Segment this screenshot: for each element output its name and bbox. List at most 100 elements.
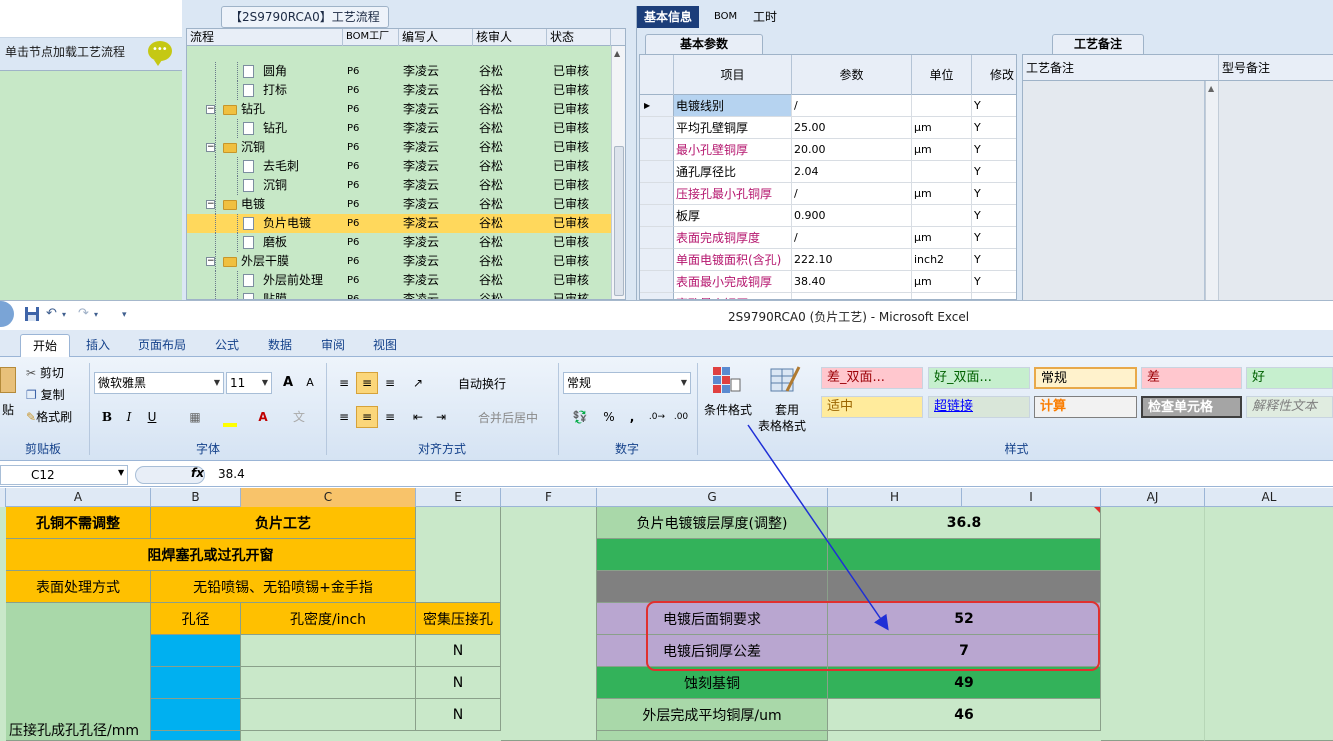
tab-view[interactable]: 视图 xyxy=(361,334,409,357)
col-value[interactable]: 参数 xyxy=(792,55,912,95)
param-row[interactable]: 平均孔壁铜厚 25.00 μm Y xyxy=(640,117,1016,139)
underline-button[interactable]: U xyxy=(141,406,163,428)
col-model-note[interactable]: 型号备注 xyxy=(1219,55,1333,81)
col-header-b[interactable]: B xyxy=(151,488,241,507)
tab-page-layout[interactable]: 页面布局 xyxy=(126,334,198,357)
font-size-dropdown[interactable]: 11 ▼ xyxy=(226,372,272,394)
merge-center-button[interactable]: 合并后居中 xyxy=(478,409,538,426)
col-reviewer[interactable]: 核审人 xyxy=(473,29,547,46)
col-bom-factory[interactable]: BOM工厂 xyxy=(343,29,399,46)
align-bottom-icon[interactable]: ≡ xyxy=(379,372,401,394)
param-value[interactable]: 0.900 xyxy=(792,205,912,227)
bold-button[interactable]: B xyxy=(96,406,118,428)
cell-e7[interactable]: N xyxy=(416,699,501,731)
tree-row[interactable]: 外层前处理 P6 李凌云 谷松 已审核 xyxy=(187,271,611,290)
col-modify[interactable]: 修改 xyxy=(972,55,1016,95)
office-button[interactable] xyxy=(0,301,14,327)
tab-basic-info[interactable]: 基本信息 xyxy=(637,6,700,28)
collapse-icon[interactable]: − xyxy=(206,257,215,266)
row-header[interactable] xyxy=(640,227,674,249)
tab-work-hours[interactable]: 工时 xyxy=(746,6,784,28)
chat-bubble-icon[interactable]: ••• xyxy=(148,41,172,66)
notes-scrollbar[interactable]: ▲ xyxy=(1205,81,1219,301)
formula-input[interactable]: 38.4 xyxy=(218,467,245,481)
grow-font-button[interactable]: A xyxy=(277,372,299,394)
row-header[interactable] xyxy=(640,249,674,271)
col-writer[interactable]: 编写人 xyxy=(399,29,473,46)
font-name-dropdown[interactable]: 微软雅黑 ▼ xyxy=(94,372,224,394)
tab-craft-note[interactable]: 工艺备注 xyxy=(1052,34,1144,54)
cell-style-swatch[interactable]: 计算 xyxy=(1034,396,1137,418)
cell-style-swatch[interactable]: 常规 xyxy=(1034,367,1137,389)
tab-data[interactable]: 数据 xyxy=(256,334,304,357)
param-row[interactable]: 塞孔最小铜厚 / μm Y xyxy=(640,293,1016,299)
tree-row[interactable]: 去毛刺 P6 李凌云 谷松 已审核 xyxy=(187,157,611,176)
cut-button[interactable]: ✂ 剪切 xyxy=(26,364,64,381)
cell-bc1[interactable]: 负片工艺 xyxy=(151,507,416,539)
border-icon[interactable]: ▦ xyxy=(184,406,206,428)
col-status[interactable]: 状态 xyxy=(547,29,611,46)
scroll-thumb[interactable] xyxy=(614,146,624,296)
cell-a1[interactable]: 孔铜不需调整 xyxy=(6,507,151,539)
paste-icon[interactable] xyxy=(0,367,16,393)
cell-e6[interactable]: N xyxy=(416,667,501,699)
cell-h6[interactable]: 49 xyxy=(828,667,1101,699)
tree-row[interactable]: 圆角 P6 李凌云 谷松 已审核 xyxy=(187,62,611,81)
col-header-g[interactable]: G xyxy=(597,488,828,507)
cell-h7[interactable]: 46 xyxy=(828,699,1101,731)
align-center-icon[interactable]: ≡ xyxy=(356,406,378,428)
row-header[interactable] xyxy=(640,161,674,183)
col-header-e[interactable]: E xyxy=(416,488,501,507)
format-painter-button[interactable]: ✎格式刷 xyxy=(26,408,72,425)
param-row[interactable]: ▶ 电镀线别 / Y xyxy=(640,95,1016,117)
redo-icon[interactable]: ↷ xyxy=(78,306,89,326)
cell-c5[interactable] xyxy=(241,635,416,667)
param-value[interactable]: 38.40 xyxy=(792,271,912,293)
param-value[interactable]: 2.04 xyxy=(792,161,912,183)
cell-h3[interactable] xyxy=(828,571,1101,603)
param-row[interactable]: 压接孔最小孔铜厚 / μm Y xyxy=(640,183,1016,205)
cell-bc3[interactable]: 无铅喷锡、无铅喷锡+金手指 xyxy=(151,571,416,603)
wrap-text-button[interactable]: 自动换行 xyxy=(458,375,506,392)
params-grid[interactable]: 项目 参数 单位 修改 ▶ 电镀线别 / Y 平均孔壁铜厚 25.00 μm Y… xyxy=(639,54,1017,300)
col-flow[interactable]: 流程 xyxy=(187,29,343,46)
scroll-up-icon[interactable]: ▲ xyxy=(614,49,620,58)
cell-al-column[interactable] xyxy=(1205,507,1333,741)
customize-qat-icon[interactable]: ▾ xyxy=(122,310,127,330)
cell-b8[interactable] xyxy=(151,731,241,741)
currency-icon[interactable]: 💱 xyxy=(565,406,595,428)
table-format-icon[interactable] xyxy=(769,365,801,395)
row-header[interactable] xyxy=(640,117,674,139)
cell-style-swatch[interactable]: 检查单元格 xyxy=(1141,396,1242,418)
cell-style-swatch[interactable]: 超链接 xyxy=(928,396,1030,418)
collapse-icon[interactable]: − xyxy=(206,143,215,152)
param-row[interactable]: 表面最小完成铜厚 38.40 μm Y xyxy=(640,271,1016,293)
font-color-icon[interactable]: A xyxy=(252,406,274,428)
percent-button[interactable]: % xyxy=(598,406,620,428)
cell-style-swatch[interactable]: 解释性文本 xyxy=(1246,396,1333,418)
col-header-c[interactable]: C xyxy=(241,488,416,507)
row-header[interactable] xyxy=(640,139,674,161)
table-format-line2[interactable]: 表格格式 xyxy=(758,417,806,434)
cell-style-swatch[interactable]: 差_双面... xyxy=(821,367,923,389)
italic-button[interactable]: I xyxy=(118,406,140,428)
cell-b7[interactable] xyxy=(151,699,241,731)
param-row[interactable]: 通孔厚径比 2.04 Y xyxy=(640,161,1016,183)
col-header-i[interactable]: I xyxy=(962,488,1101,507)
save-icon[interactable] xyxy=(24,306,40,326)
comma-button[interactable]: , xyxy=(621,406,643,428)
tab-review[interactable]: 审阅 xyxy=(309,334,357,357)
cell-b5[interactable] xyxy=(151,635,241,667)
shrink-font-button[interactable]: A xyxy=(299,372,321,394)
param-row[interactable]: 最小孔壁铜厚 20.00 μm Y xyxy=(640,139,1016,161)
col-header-f[interactable]: F xyxy=(501,488,597,507)
cell-style-swatch[interactable]: 差 xyxy=(1141,367,1242,389)
cell-g3[interactable] xyxy=(597,571,828,603)
row-header[interactable] xyxy=(640,271,674,293)
align-right-icon[interactable]: ≡ xyxy=(379,406,401,428)
phonetic-icon[interactable]: 文 xyxy=(288,406,310,428)
model-note-body[interactable] xyxy=(1219,81,1333,301)
collapse-icon[interactable]: − xyxy=(206,105,215,114)
tab-home[interactable]: 开始 xyxy=(20,334,71,357)
param-value[interactable]: / xyxy=(792,293,912,299)
